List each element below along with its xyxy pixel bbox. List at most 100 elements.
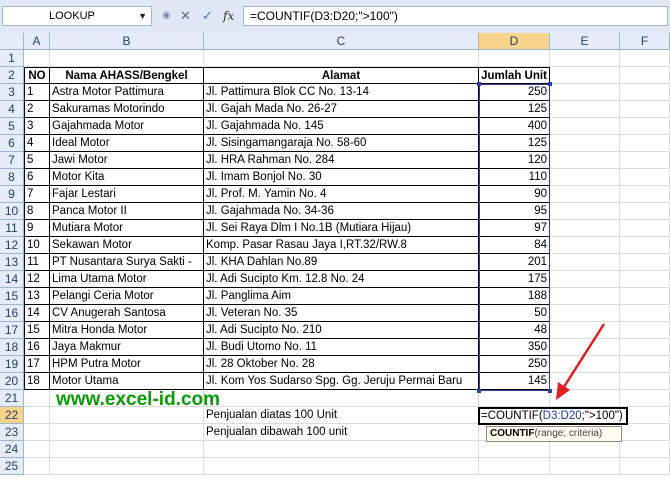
cell-f16[interactable] — [620, 305, 670, 322]
table-cell[interactable]: Jl. Pattimura Blok CC No. 13-14 — [204, 84, 479, 101]
table-cell[interactable]: Komp. Pasar Rasau Jaya I,RT.32/RW.8 — [204, 237, 479, 254]
cell-f15[interactable] — [620, 288, 670, 305]
summary-label-above[interactable]: Penjualan diatas 100 Unit — [204, 407, 479, 424]
column-header-a[interactable]: A — [24, 33, 50, 50]
table-cell[interactable]: Jl. Gajahmada No. 34-36 — [204, 203, 479, 220]
select-all-corner[interactable] — [0, 33, 24, 50]
table-cell[interactable]: 6 — [24, 169, 50, 186]
table-cell[interactable]: Jl. Sei Raya Dlm I No.1B (Mutiara Hijau) — [204, 220, 479, 237]
table-cell[interactable]: 9 — [24, 220, 50, 237]
table-cell[interactable]: 50 — [479, 305, 550, 322]
column-header-c[interactable]: C — [204, 33, 479, 50]
row-header-4[interactable]: 4 — [0, 101, 24, 118]
row-header-7[interactable]: 7 — [0, 152, 24, 169]
row-header-2[interactable]: 2 — [0, 67, 24, 84]
tooltip-function-name[interactable]: COUNTIF — [490, 428, 534, 439]
cell-c1[interactable] — [204, 50, 479, 67]
table-cell[interactable]: Jl. Veteran No. 35 — [204, 305, 479, 322]
function-tooltip[interactable]: COUNTIF(range; criteria) — [486, 426, 622, 442]
cell-f12[interactable] — [620, 237, 670, 254]
cell-e24[interactable] — [550, 441, 620, 458]
cell-a23[interactable] — [24, 424, 50, 441]
table-cell[interactable]: Jl. Panglima Aim — [204, 288, 479, 305]
row-header-8[interactable]: 8 — [0, 169, 24, 186]
cell-e3[interactable] — [550, 84, 620, 101]
table-cell[interactable]: Mitra Honda Motor — [50, 322, 204, 339]
table-cell[interactable]: Gajahmada Motor — [50, 118, 204, 135]
table-cell[interactable]: 10 — [24, 237, 50, 254]
row-header-6[interactable]: 6 — [0, 135, 24, 152]
row-header-20[interactable]: 20 — [0, 373, 24, 390]
table-header[interactable]: Nama AHASS/Bengkel — [50, 67, 204, 84]
table-cell[interactable]: Motor Kita — [50, 169, 204, 186]
summary-label-below[interactable]: Penjualan dibawah 100 unit — [204, 424, 479, 441]
cell-a25[interactable] — [24, 458, 50, 475]
table-cell[interactable]: 188 — [479, 288, 550, 305]
cell-a1[interactable] — [24, 50, 50, 67]
cell-e8[interactable] — [550, 169, 620, 186]
table-cell[interactable]: Sekawan Motor — [50, 237, 204, 254]
table-cell[interactable]: 175 — [479, 271, 550, 288]
cell-f11[interactable] — [620, 220, 670, 237]
row-header-17[interactable]: 17 — [0, 322, 24, 339]
table-cell[interactable]: 5 — [24, 152, 50, 169]
cell-c24[interactable] — [204, 441, 479, 458]
row-header-19[interactable]: 19 — [0, 356, 24, 373]
cell-e13[interactable] — [550, 254, 620, 271]
cell-e5[interactable] — [550, 118, 620, 135]
row-header-14[interactable]: 14 — [0, 271, 24, 288]
table-cell[interactable]: 110 — [479, 169, 550, 186]
table-cell[interactable]: Sakuramas Motorindo — [50, 101, 204, 118]
cell-e25[interactable] — [550, 458, 620, 475]
table-cell[interactable]: Astra Motor Pattimura — [50, 84, 204, 101]
table-cell[interactable]: 90 — [479, 186, 550, 203]
cell-f1[interactable] — [620, 50, 670, 67]
table-cell[interactable]: 350 — [479, 339, 550, 356]
cell-f6[interactable] — [620, 135, 670, 152]
table-cell[interactable]: Fajar Lestari — [50, 186, 204, 203]
cell-f25[interactable] — [620, 458, 670, 475]
row-header-23[interactable]: 23 — [0, 424, 24, 441]
cell-d24[interactable] — [479, 441, 550, 458]
table-cell[interactable]: Motor Utama — [50, 373, 204, 390]
table-cell[interactable]: 18 — [24, 373, 50, 390]
cell-f4[interactable] — [620, 101, 670, 118]
cell-e4[interactable] — [550, 101, 620, 118]
table-cell[interactable]: Jl. Prof. M. Yamin No. 4 — [204, 186, 479, 203]
cell-e6[interactable] — [550, 135, 620, 152]
table-cell[interactable]: 145 — [479, 373, 550, 390]
table-cell[interactable]: Jl. Budi Utomo No. 11 — [204, 339, 479, 356]
table-cell[interactable]: Jl. HRA Rahman No. 284 — [204, 152, 479, 169]
cell-f8[interactable] — [620, 169, 670, 186]
table-cell[interactable]: Jaya Makmur — [50, 339, 204, 356]
cell-f23[interactable] — [620, 424, 670, 441]
table-cell[interactable]: Jl. Gajahmada No. 145 — [204, 118, 479, 135]
enter-formula-button[interactable]: ✓ — [202, 7, 213, 25]
cell-e12[interactable] — [550, 237, 620, 254]
cancel-formula-button[interactable]: ✕ — [180, 7, 191, 25]
formula-input[interactable]: =COUNTIF(D3:D20;">100") — [243, 6, 668, 26]
table-cell[interactable]: 16 — [24, 339, 50, 356]
row-header-12[interactable]: 12 — [0, 237, 24, 254]
cell-e11[interactable] — [550, 220, 620, 237]
name-box[interactable]: LOOKUP ▼ — [2, 6, 152, 26]
table-cell[interactable]: CV Anugerah Santosa — [50, 305, 204, 322]
table-cell[interactable]: HPM Putra Motor — [50, 356, 204, 373]
table-cell[interactable]: 120 — [479, 152, 550, 169]
cell-b1[interactable] — [50, 50, 204, 67]
table-cell[interactable]: Jl. Adi Sucipto Km. 12.8 No. 24 — [204, 271, 479, 288]
cell-f18[interactable] — [620, 339, 670, 356]
row-header-5[interactable]: 5 — [0, 118, 24, 135]
table-cell[interactable]: 2 — [24, 101, 50, 118]
column-header-e[interactable]: E — [550, 33, 620, 50]
cell-f19[interactable] — [620, 356, 670, 373]
insert-function-button[interactable]: fx — [223, 7, 234, 25]
cell-e10[interactable] — [550, 203, 620, 220]
row-header-15[interactable]: 15 — [0, 288, 24, 305]
table-cell[interactable]: 3 — [24, 118, 50, 135]
table-cell[interactable]: Jl. Sisingamangaraja No. 58-60 — [204, 135, 479, 152]
table-cell[interactable]: Ideal Motor — [50, 135, 204, 152]
cell-e7[interactable] — [550, 152, 620, 169]
column-header-b[interactable]: B — [50, 33, 204, 50]
row-header-24[interactable]: 24 — [0, 441, 24, 458]
